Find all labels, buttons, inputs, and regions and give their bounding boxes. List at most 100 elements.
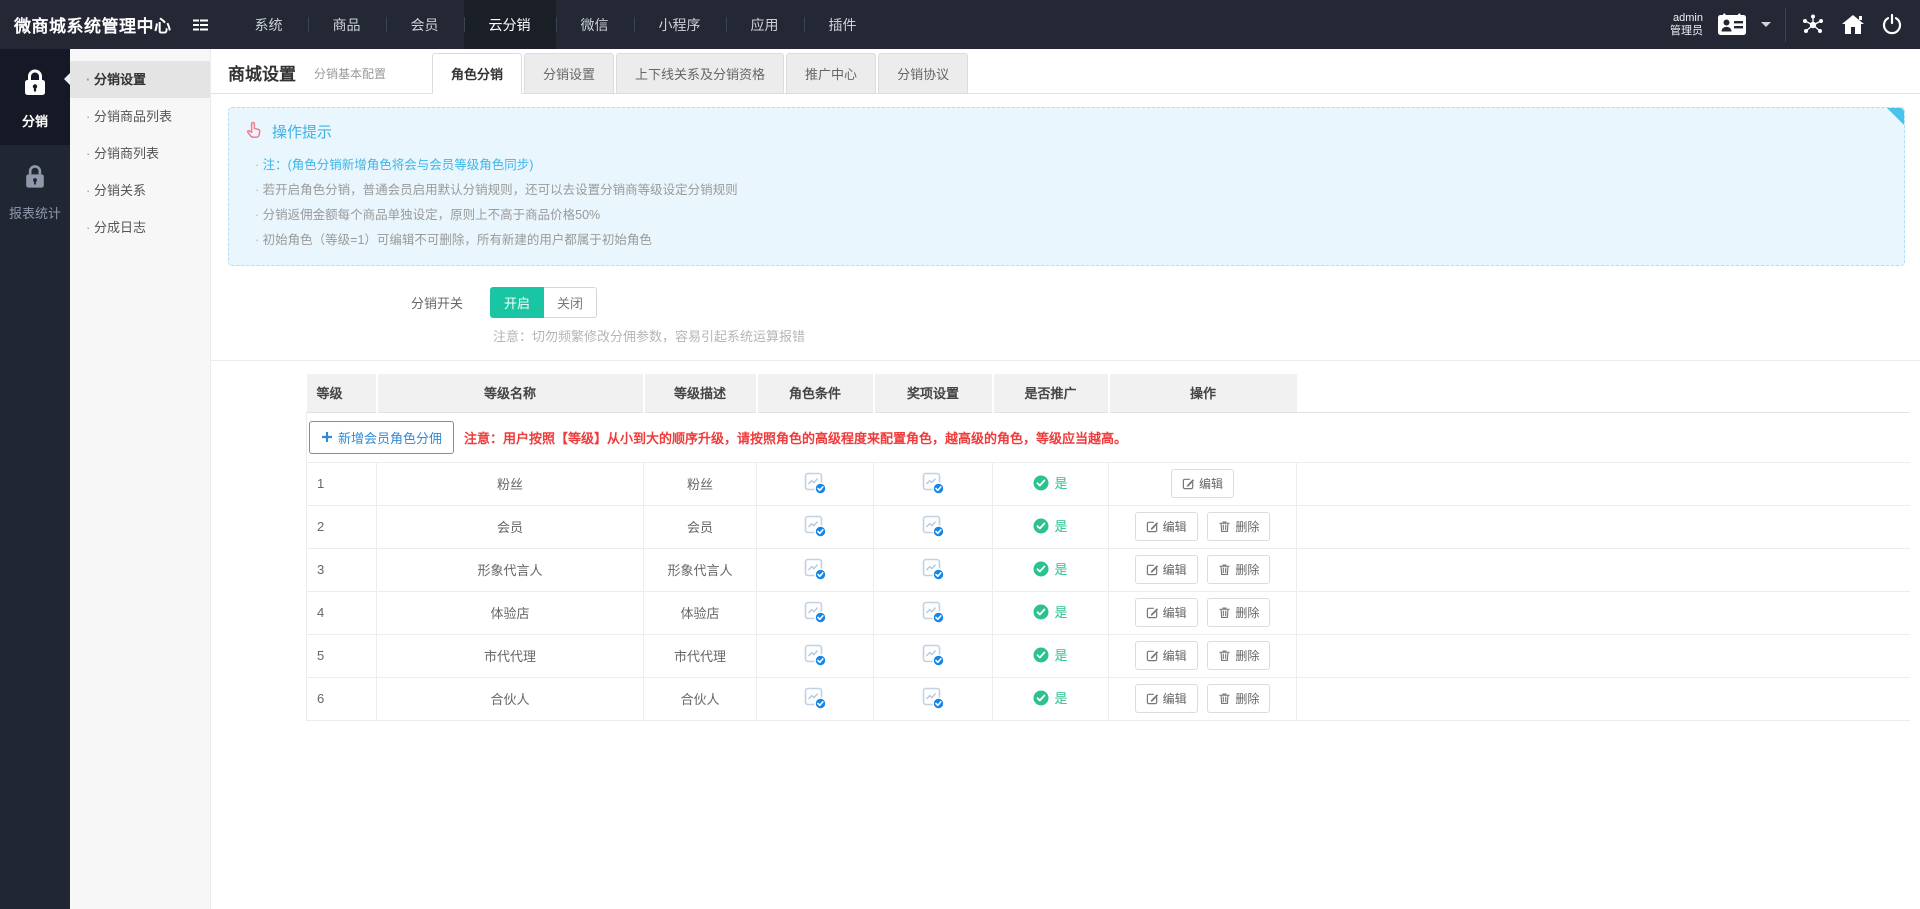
page-header: 商城设置 分销基本配置 角色分销 分销设置 上下线关系及分销资格 推广中心 分销… [211,49,1920,94]
table-row: 6 合伙人 合伙人 [307,677,1911,720]
lock-icon [20,162,50,195]
edit-button[interactable]: 编辑 [1171,469,1234,498]
sidebar-item-distributor-list[interactable]: 分销商列表 [70,135,210,172]
table-row: 2 会员 会员 [307,505,1911,548]
prize-settings-cell [874,591,993,634]
add-member-role-button[interactable]: 新增会员角色分佣 [309,421,454,454]
edit-square-check-icon[interactable] [921,643,946,668]
delete-button[interactable]: 删除 [1207,684,1270,713]
sidebar-item-distribution-goods[interactable]: 分销商品列表 [70,98,210,135]
filler-cell [1297,462,1911,505]
circle-check-icon [1033,475,1049,491]
edit-button[interactable]: 编辑 [1135,555,1198,584]
edit-square-check-icon[interactable] [803,643,828,668]
promoted-yes-label: 是 [1054,559,1067,578]
menu-item-apps[interactable]: 应用 [726,0,804,49]
tab-role-distribution[interactable]: 角色分销 [432,53,522,94]
id-card-icon[interactable] [1717,13,1747,37]
menu-item-members[interactable]: 会员 [386,0,464,49]
top-navbar: 微商城系统管理中心 系统 商品 会员 云分销 微信 小程序 应用 插件 admi… [0,0,1920,49]
delete-button[interactable]: 删除 [1207,555,1270,584]
switch-on-button[interactable]: 开启 [490,287,544,318]
rail-item-reports[interactable]: 报表统计 [0,145,70,237]
share-network-icon[interactable] [1800,12,1826,38]
menu-item-miniprogram[interactable]: 小程序 [634,0,726,49]
edit-square-check-icon[interactable] [803,471,828,496]
filler-cell [1297,505,1911,548]
menu-item-system[interactable]: 系统 [230,0,308,49]
level-cell: 6 [307,677,377,720]
edit-button[interactable]: 编辑 [1135,598,1198,627]
menu-item-cloud-distribution[interactable]: 云分销 [464,0,556,49]
menu-item-goods[interactable]: 商品 [308,0,386,49]
level-name-cell: 体验店 [377,591,644,634]
rail-item-distribution[interactable]: 分销 [0,49,70,145]
switch-label: 分销开关 [211,293,463,312]
sidebar-item-distribution-relations[interactable]: 分销关系 [70,172,210,209]
delete-button[interactable]: 删除 [1207,641,1270,670]
edit-button[interactable]: 编辑 [1135,684,1198,713]
switch-off-button[interactable]: 关闭 [544,287,597,318]
filler-cell [1297,634,1911,677]
edit-square-check-icon[interactable] [921,557,946,582]
edit-square-check-icon[interactable] [803,600,828,625]
edit-square-check-icon[interactable] [921,514,946,539]
table-row: 3 形象代言人 形象代言人 [307,548,1911,591]
trash-icon [1218,649,1231,662]
edit-square-check-icon[interactable] [921,471,946,496]
tab-distribution-settings[interactable]: 分销设置 [524,53,614,94]
delete-button[interactable]: 删除 [1207,512,1270,541]
pencil-square-icon [1146,563,1159,576]
circle-check-icon [1033,604,1049,620]
level-name-cell: 会员 [377,505,644,548]
tab-distribution-agreement[interactable]: 分销协议 [878,53,968,94]
trash-icon [1218,692,1231,705]
menu-item-wechat[interactable]: 微信 [556,0,634,49]
sidebar-item-commission-log[interactable]: 分成日志 [70,209,210,246]
level-cell: 3 [307,548,377,591]
page-title: 商城设置 [228,60,296,85]
level-name-cell: 形象代言人 [377,548,644,591]
add-role-row: 新增会员角色分佣 注意：用户按照【等级】从小到大的顺序升级，请按照角色的高级程度… [307,412,1911,462]
main-content: 商城设置 分销基本配置 角色分销 分销设置 上下线关系及分销资格 推广中心 分销… [211,49,1920,909]
tips-title: 操作提示 [272,121,332,142]
tab-promotion-center[interactable]: 推广中心 [786,53,876,94]
power-icon[interactable] [1880,13,1904,37]
delete-button[interactable]: 删除 [1207,598,1270,627]
level-cell: 4 [307,591,377,634]
menu-item-plugins[interactable]: 插件 [804,0,882,49]
role-condition-cell [757,677,874,720]
promoted-yes-label: 是 [1054,645,1067,664]
level-cell: 5 [307,634,377,677]
menu-toggle-icon[interactable] [190,15,210,35]
level-cell: 2 [307,505,377,548]
collapse-corner-button[interactable] [1887,108,1904,125]
edit-square-check-icon[interactable] [803,686,828,711]
tab-upline-downline[interactable]: 上下线关系及分销资格 [616,53,784,94]
sidebar-item-distribution-settings[interactable]: 分销设置 [70,61,210,98]
edit-square-check-icon[interactable] [921,600,946,625]
rail-item-label: 分销 [22,111,48,130]
lock-icon [18,66,52,103]
promoted-yes-label: 是 [1054,473,1067,492]
actions-cell: 编辑 删除 [1109,505,1297,548]
chevron-down-icon[interactable] [1761,22,1771,32]
is-promoted-cell: 是 [993,548,1109,591]
is-promoted-cell: 是 [993,505,1109,548]
actions-cell: 编辑 删除 [1109,548,1297,591]
edit-square-check-icon[interactable] [803,557,828,582]
home-icon[interactable] [1840,12,1866,38]
tips-header: 操作提示 [243,119,1904,144]
switch-note: 注意：切勿频繁修改分佣参数，容易引起系统运算报错 [493,326,1920,345]
edit-square-check-icon[interactable] [921,686,946,711]
trash-icon [1218,563,1231,576]
edit-button[interactable]: 编辑 [1135,641,1198,670]
level-cell: 1 [307,462,377,505]
page-subtitle: 分销基本配置 [314,65,386,82]
edit-square-check-icon[interactable] [803,514,828,539]
sidebar: 分销设置 分销商品列表 分销商列表 分销关系 分成日志 [70,49,211,909]
edit-button[interactable]: 编辑 [1135,512,1198,541]
plus-icon [321,431,333,443]
role-levels-table: 等级 等级名称 等级描述 角色条件 奖项设置 是否推广 操作 新增会员角色分佣 [306,374,1910,721]
level-name-cell: 合伙人 [377,677,644,720]
